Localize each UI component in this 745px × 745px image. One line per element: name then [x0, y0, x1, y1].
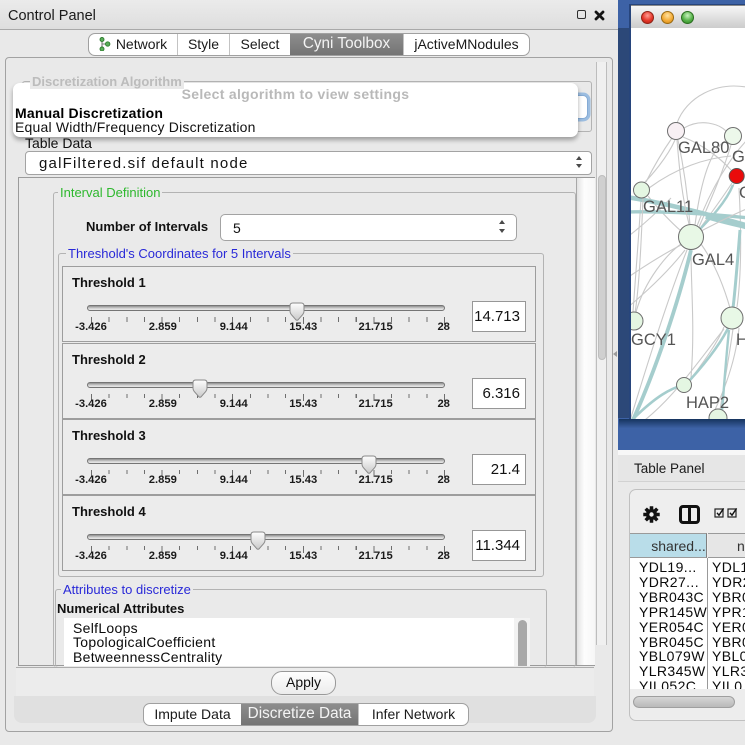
svg-text:H: H: [736, 331, 745, 349]
svg-text:GAL11: GAL11: [643, 198, 693, 216]
svg-text:G.: G.: [732, 148, 745, 166]
svg-text:HAP2: HAP2: [686, 394, 729, 412]
svg-text:GCY1: GCY1: [631, 331, 676, 349]
svg-text:GAL80: GAL80: [678, 139, 729, 157]
svg-text:C: C: [739, 184, 745, 202]
svg-text:GAL4: GAL4: [692, 251, 734, 269]
